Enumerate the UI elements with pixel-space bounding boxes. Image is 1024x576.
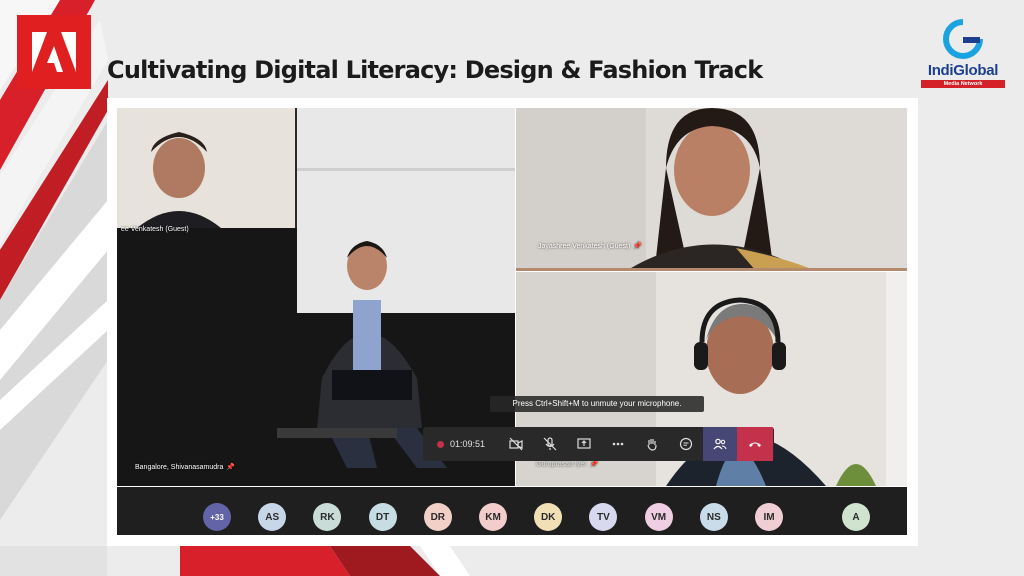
hangup-icon <box>749 442 761 447</box>
raise-hand-icon <box>647 439 657 451</box>
recording-dot-icon <box>436 440 444 448</box>
g-logo-icon <box>943 19 983 59</box>
timer-value: 01:09:51 <box>449 439 486 449</box>
adobe-logo <box>17 15 91 89</box>
chat-button[interactable] <box>669 427 703 461</box>
mic-off-icon <box>543 437 557 451</box>
video-tile-jayashree[interactable]: Jayashree Venkatesh (Guest) 📌 <box>516 108 907 271</box>
share-button[interactable] <box>567 427 601 461</box>
people-icon <box>713 438 727 450</box>
indiglobal-logo: IndiGlobal Media Network <box>918 18 1008 90</box>
participant-avatar[interactable]: KM <box>479 503 507 531</box>
participant-avatar[interactable]: DR <box>423 503 452 531</box>
self-avatar[interactable]: A <box>842 503 870 531</box>
raise-hand-button[interactable] <box>635 427 669 461</box>
participant-avatar[interactable]: NS <box>699 503 728 531</box>
participant-avatar[interactable]: AS <box>258 503 287 531</box>
inset-participant-label: ee Venkatesh (Guest) <box>121 226 189 233</box>
pin-icon: 📌 <box>589 461 599 468</box>
main-tile-label: Bangalore, Shivanasamudra 📌 <box>135 463 235 471</box>
more-icon <box>612 442 624 446</box>
brand-tagline: Media Network <box>921 80 1005 88</box>
pin-icon: 📌 <box>633 243 642 250</box>
participant-avatar[interactable]: TV <box>589 503 618 531</box>
chat-icon <box>679 437 693 451</box>
brand-name: IndiGlobal <box>927 62 999 79</box>
people-button[interactable] <box>703 427 737 461</box>
more-participants-button[interactable]: +33 <box>203 503 231 531</box>
jayashree-tile-label: Jayashree Venkatesh (Guest) 📌 <box>538 242 642 250</box>
hangup-button[interactable] <box>737 427 773 461</box>
participant-avatar[interactable]: VM <box>644 503 673 531</box>
participant-roster: +33 AS RK DT DR KM DK TV VM NS IM A <box>117 487 907 535</box>
camera-off-icon <box>509 437 523 451</box>
guruprasad-tile-label: Guruprasad Iyer 📌 <box>536 460 598 468</box>
share-icon <box>577 438 591 449</box>
camera-button[interactable] <box>499 427 533 461</box>
unmute-hint-toast: Press Ctrl+Shift+M to unmute your microp… <box>490 396 704 412</box>
jayashree-name: Jayashree Venkatesh (Guest) <box>538 243 631 250</box>
guruprasad-name: Guruprasad Iyer <box>536 461 587 468</box>
meeting-controls: 01:09:51 <box>423 427 774 461</box>
recording-timer: 01:09:51 <box>423 427 499 461</box>
more-button[interactable] <box>601 427 635 461</box>
pin-icon: 📌 <box>226 464 236 471</box>
mic-button[interactable] <box>533 427 567 461</box>
participant-avatar[interactable]: IM <box>755 503 783 531</box>
main-tile-name: Bangalore, Shivanasamudra <box>135 464 224 471</box>
participant-avatar[interactable]: DK <box>534 503 563 531</box>
adobe-logo-icon <box>32 32 76 72</box>
participant-avatar[interactable]: DT <box>368 503 397 531</box>
page-title: Cultivating Digital Literacy: Design & F… <box>107 56 763 84</box>
participant-avatar[interactable]: RK <box>313 503 342 531</box>
